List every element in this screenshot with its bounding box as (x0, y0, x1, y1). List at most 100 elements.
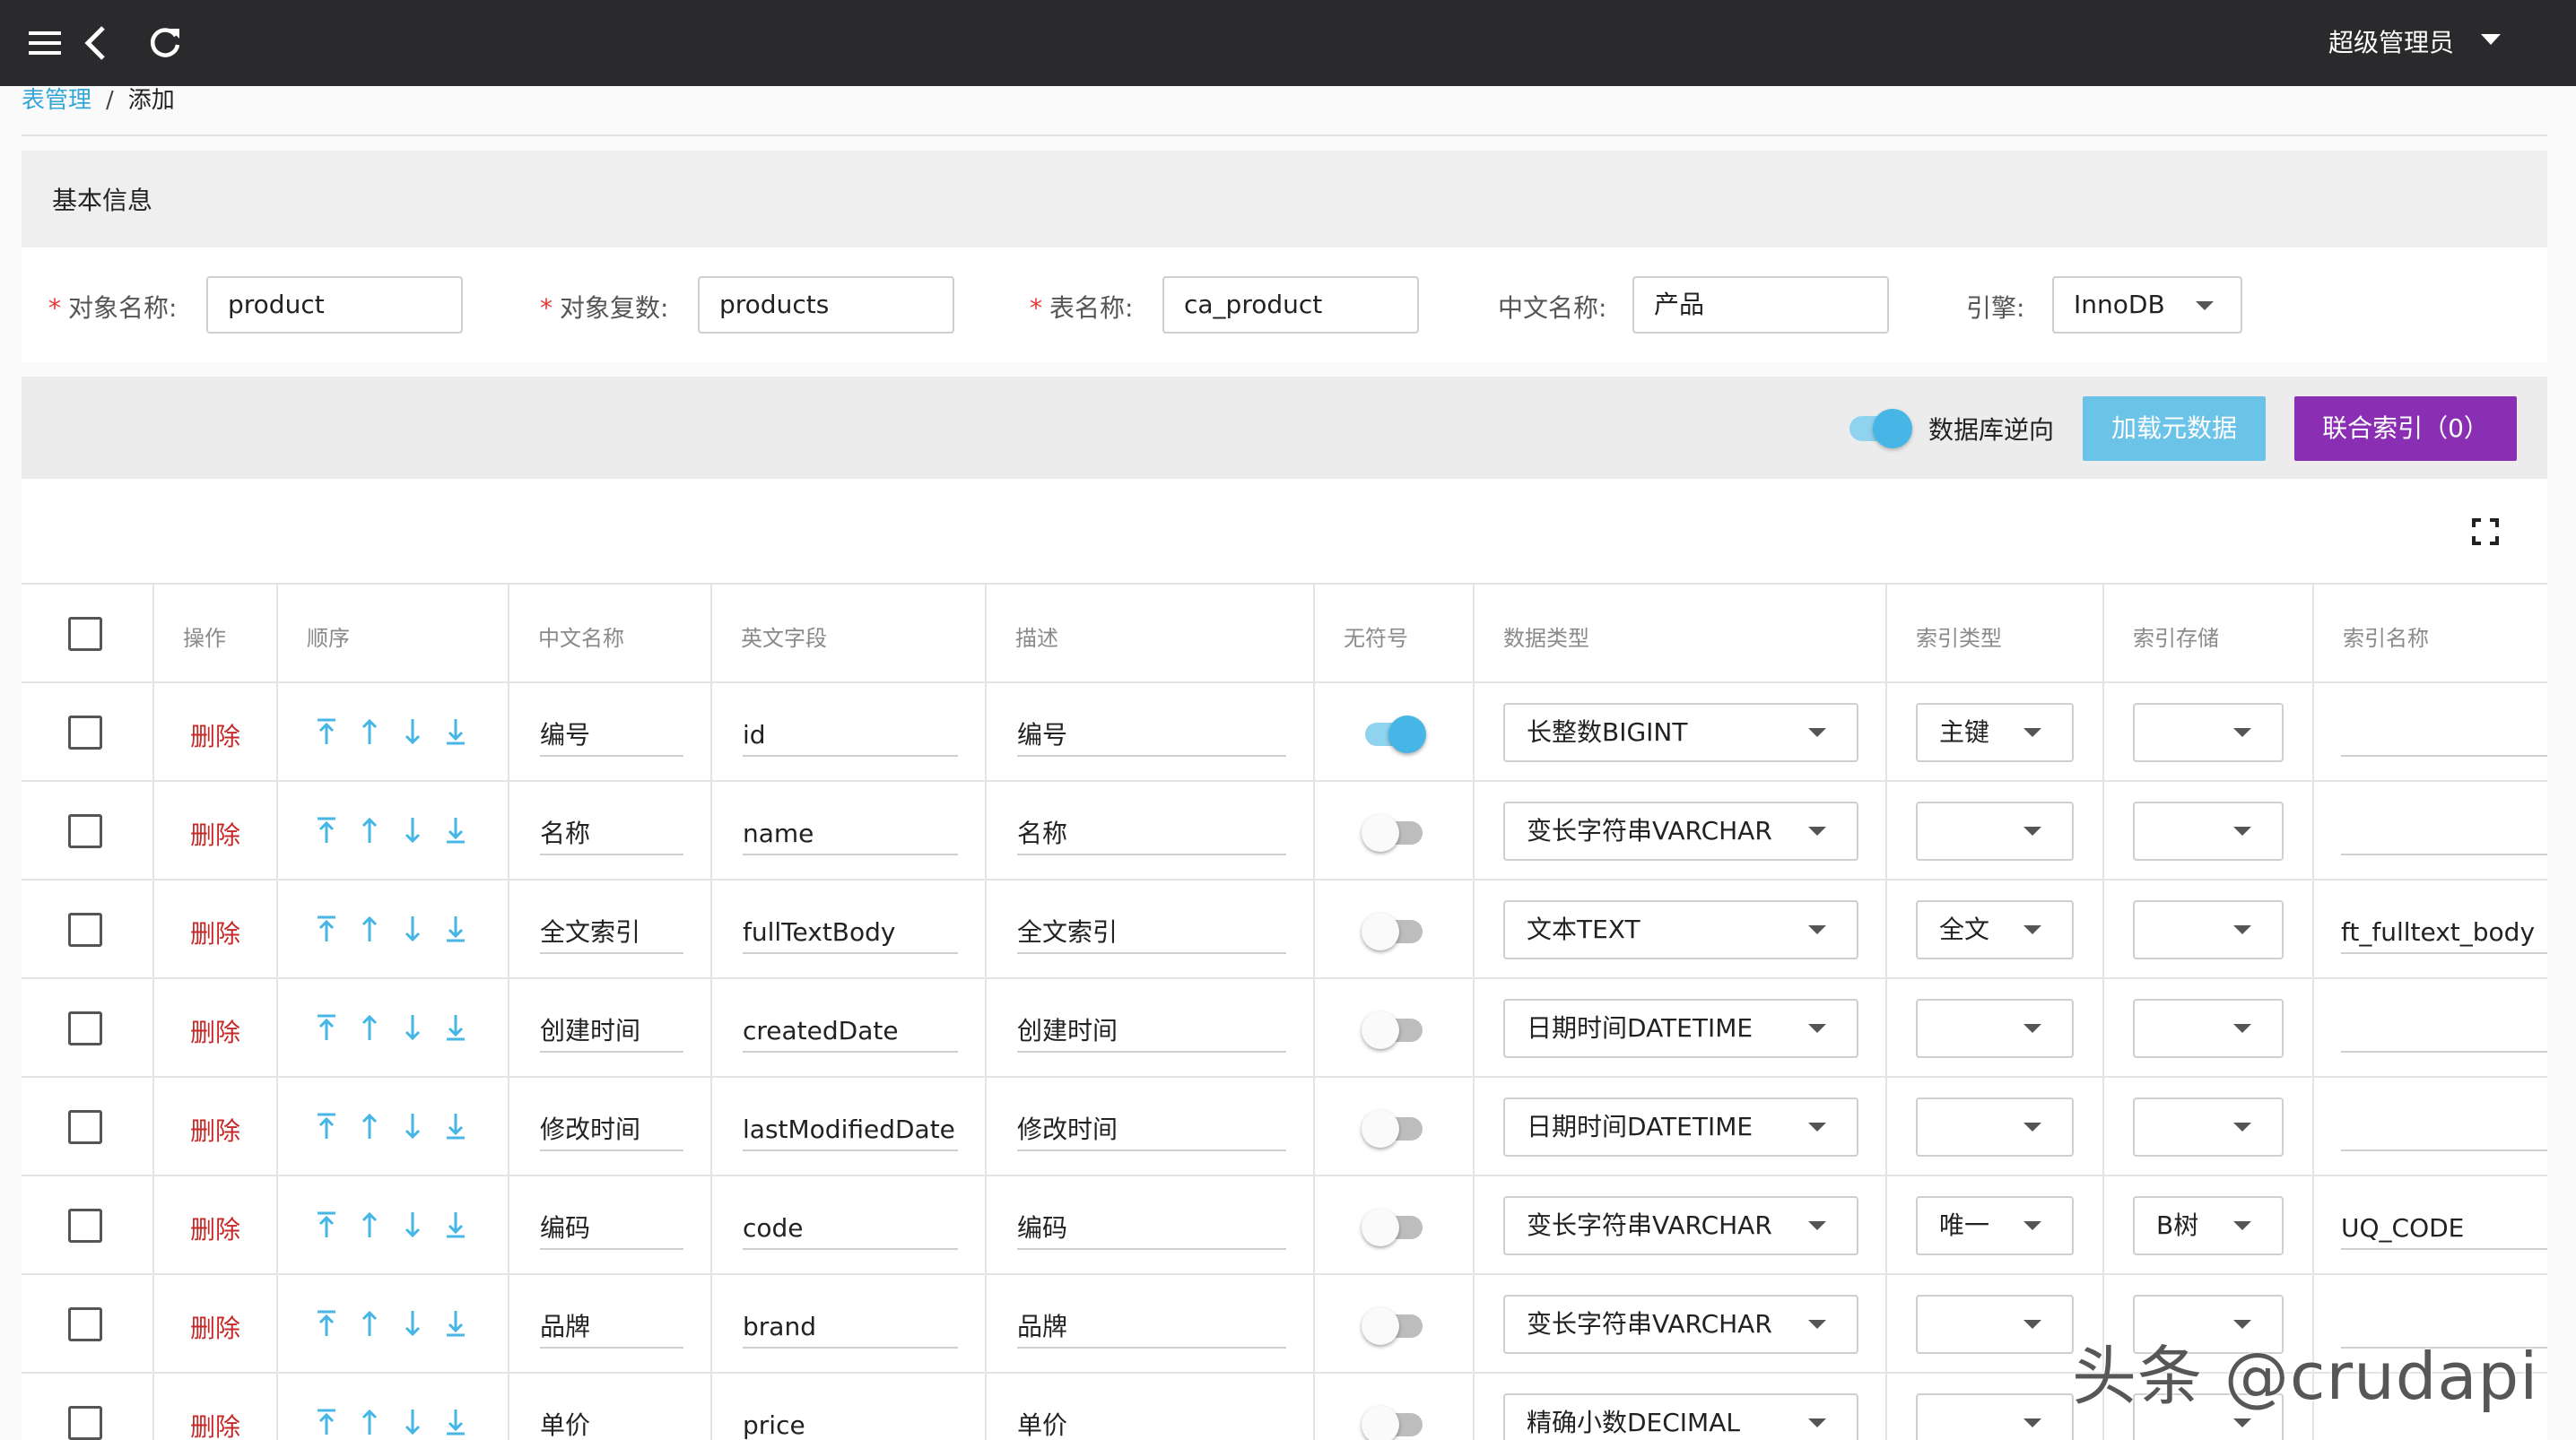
move-top-icon[interactable] (314, 911, 339, 947)
description-field[interactable]: 修改时间 (1017, 1105, 1286, 1151)
description-field[interactable]: 全文索引 (1017, 907, 1286, 954)
data-type-select[interactable]: 变长字符串VARCHAR (1503, 1196, 1858, 1255)
unsigned-toggle[interactable] (1362, 1406, 1423, 1440)
union-index-button[interactable]: 联合索引（0） (2294, 396, 2517, 461)
move-bottom-icon[interactable] (443, 714, 468, 750)
row-checkbox[interactable] (68, 814, 102, 848)
caption-field[interactable]: 名称 (540, 809, 683, 855)
object-name-input[interactable]: product (206, 276, 463, 334)
move-top-icon[interactable] (314, 1108, 339, 1144)
move-up-icon[interactable] (357, 1010, 382, 1045)
index-type-select[interactable] (1916, 999, 2074, 1058)
move-up-icon[interactable] (357, 911, 382, 947)
caption-field[interactable]: 编码 (540, 1203, 683, 1250)
index-storage-select[interactable] (2133, 900, 2284, 959)
move-bottom-icon[interactable] (443, 1010, 468, 1045)
move-down-icon[interactable] (400, 1306, 425, 1341)
caption-field[interactable]: 全文索引 (540, 907, 683, 954)
name-field[interactable]: createdDate (743, 1006, 958, 1053)
index-storage-select[interactable] (2133, 802, 2284, 861)
name-field[interactable]: name (743, 809, 958, 855)
row-checkbox[interactable] (68, 716, 102, 750)
unsigned-toggle[interactable] (1365, 716, 1426, 753)
caption-input[interactable]: 产品 (1632, 276, 1889, 334)
index-type-select[interactable] (1916, 802, 2074, 861)
row-checkbox[interactable] (68, 1011, 102, 1045)
unsigned-toggle[interactable] (1362, 1209, 1423, 1246)
caption-field[interactable]: 编号 (540, 710, 683, 757)
description-field[interactable]: 品牌 (1017, 1302, 1286, 1349)
index-name-field[interactable] (2341, 809, 2547, 855)
move-bottom-icon[interactable] (443, 1207, 468, 1243)
move-top-icon[interactable] (314, 1207, 339, 1243)
move-top-icon[interactable] (314, 1306, 339, 1341)
index-storage-select[interactable] (2133, 999, 2284, 1058)
delete-link[interactable]: 删除 (190, 1112, 240, 1148)
caption-field[interactable]: 单价 (540, 1401, 683, 1440)
description-field[interactable]: 编码 (1017, 1203, 1286, 1250)
move-top-icon[interactable] (314, 714, 339, 750)
data-type-select[interactable]: 精确小数DECIMAL (1503, 1393, 1858, 1440)
breadcrumb-link-table-manage[interactable]: 表管理 (22, 87, 91, 114)
data-type-select[interactable]: 日期时间DATETIME (1503, 1097, 1858, 1157)
delete-link[interactable]: 删除 (190, 717, 240, 753)
unsigned-toggle[interactable] (1362, 1011, 1423, 1049)
index-name-field[interactable] (2341, 1006, 2547, 1053)
move-up-icon[interactable] (357, 714, 382, 750)
data-type-select[interactable]: 文本TEXT (1503, 900, 1858, 959)
index-type-select[interactable] (1916, 1097, 2074, 1157)
name-field[interactable]: brand (743, 1302, 958, 1349)
description-field[interactable]: 单价 (1017, 1401, 1286, 1440)
index-name-field[interactable] (2341, 710, 2547, 757)
index-name-field[interactable]: ft_fulltext_body (2341, 907, 2547, 954)
unsigned-toggle[interactable] (1362, 913, 1423, 950)
data-type-select[interactable]: 长整数BIGINT (1503, 703, 1858, 762)
move-down-icon[interactable] (400, 812, 425, 848)
move-bottom-icon[interactable] (443, 1306, 468, 1341)
move-bottom-icon[interactable] (443, 911, 468, 947)
move-top-icon[interactable] (314, 812, 339, 848)
move-down-icon[interactable] (400, 1207, 425, 1243)
select-all-checkbox[interactable] (68, 617, 102, 651)
data-type-select[interactable]: 变长字符串VARCHAR (1503, 1295, 1858, 1354)
move-top-icon[interactable] (314, 1404, 339, 1440)
name-field[interactable]: id (743, 710, 958, 757)
name-field[interactable]: price (743, 1401, 958, 1440)
delete-link[interactable]: 删除 (190, 1210, 240, 1246)
table-name-input[interactable]: ca_product (1162, 276, 1419, 334)
object-plural-input[interactable]: products (698, 276, 954, 334)
index-name-field[interactable] (2341, 1105, 2547, 1151)
move-up-icon[interactable] (357, 812, 382, 848)
move-bottom-icon[interactable] (443, 1404, 468, 1440)
description-field[interactable]: 创建时间 (1017, 1006, 1286, 1053)
load-metadata-button[interactable]: 加载元数据 (2083, 396, 2266, 461)
move-down-icon[interactable] (400, 1108, 425, 1144)
index-storage-select[interactable] (2133, 703, 2284, 762)
move-up-icon[interactable] (357, 1207, 382, 1243)
db-reverse-toggle[interactable] (1849, 409, 1912, 448)
index-type-select[interactable] (1916, 1393, 2074, 1440)
index-type-select[interactable]: 全文 (1916, 900, 2074, 959)
move-down-icon[interactable] (400, 1404, 425, 1440)
name-field[interactable]: code (743, 1203, 958, 1250)
move-down-icon[interactable] (400, 1010, 425, 1045)
user-menu[interactable]: 超级管理员 (2328, 20, 2454, 66)
fullscreen-icon[interactable] (2472, 518, 2499, 545)
row-checkbox[interactable] (68, 913, 102, 947)
row-checkbox[interactable] (68, 1406, 102, 1440)
menu-icon[interactable] (20, 18, 70, 68)
move-up-icon[interactable] (357, 1404, 382, 1440)
index-storage-select[interactable] (2133, 1097, 2284, 1157)
move-top-icon[interactable] (314, 1010, 339, 1045)
row-checkbox[interactable] (68, 1209, 102, 1243)
index-storage-select[interactable]: B树 (2133, 1196, 2284, 1255)
description-field[interactable]: 名称 (1017, 809, 1286, 855)
row-checkbox[interactable] (68, 1110, 102, 1144)
back-icon[interactable] (70, 18, 120, 68)
name-field[interactable]: lastModifiedDate (743, 1105, 958, 1151)
caption-field[interactable]: 创建时间 (540, 1006, 683, 1053)
caption-field[interactable]: 修改时间 (540, 1105, 683, 1151)
unsigned-toggle[interactable] (1362, 1110, 1423, 1148)
move-up-icon[interactable] (357, 1108, 382, 1144)
index-type-select[interactable]: 唯一 (1916, 1196, 2074, 1255)
